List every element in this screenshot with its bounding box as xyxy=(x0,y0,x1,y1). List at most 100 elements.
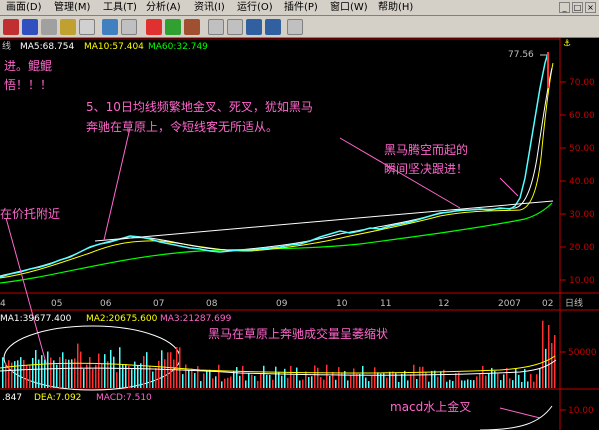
annotation-text: 奔驰在草原上，令短线客无所适从。 xyxy=(86,119,278,134)
volume-bar xyxy=(380,373,382,388)
draw-icon[interactable] xyxy=(184,19,200,35)
volume-bar xyxy=(242,365,244,388)
window-icon[interactable] xyxy=(79,19,95,35)
zoom-icon[interactable] xyxy=(41,19,57,35)
volume-bar xyxy=(125,364,127,388)
volume-annotation: 黑马在草原上奔驰成交量呈萎缩状 xyxy=(208,326,388,341)
heart-icon[interactable] xyxy=(146,19,162,35)
menu-tools[interactable]: 工具(T) xyxy=(103,1,137,15)
volume-bar xyxy=(155,368,157,388)
volume-bar xyxy=(305,371,307,388)
menu-screen[interactable]: 画面(D) xyxy=(6,1,42,15)
volume-bar xyxy=(314,365,316,388)
volume-bar xyxy=(296,367,298,388)
volume-bar xyxy=(335,379,337,388)
volume-bar xyxy=(548,324,550,388)
volume-bar xyxy=(470,379,472,388)
volume-bar xyxy=(353,368,355,388)
volume-bar xyxy=(41,355,43,388)
volume-bar xyxy=(425,371,427,388)
macd-readout: MACD:7.510 xyxy=(96,393,152,403)
volume-bar xyxy=(92,368,94,388)
volume-bar xyxy=(218,364,220,388)
group-icon[interactable] xyxy=(22,19,38,35)
volume-bar xyxy=(212,378,214,388)
date-tick: 12 xyxy=(438,299,449,309)
volume-bar xyxy=(428,381,430,388)
chart-area: 线 MA5:68.754 MA10:57.404 MA60:32.749 70.… xyxy=(0,38,599,430)
volume-bar xyxy=(2,357,4,388)
volume-bar xyxy=(281,375,283,388)
volume-bar xyxy=(485,375,487,388)
volume-bar xyxy=(473,380,475,388)
volume-bar xyxy=(452,380,454,388)
volume-bar xyxy=(188,370,190,388)
menu-window[interactable]: 窗口(W) xyxy=(330,1,368,15)
volume-bar xyxy=(542,320,544,388)
down-arrow-icon[interactable] xyxy=(265,19,281,35)
volume-bar xyxy=(506,367,508,388)
annotation-text: 在价托附近 xyxy=(0,207,60,221)
menu-info[interactable]: 资讯(I) xyxy=(194,1,225,15)
full-screen-icon[interactable] xyxy=(287,19,303,35)
up-arrow-icon[interactable] xyxy=(246,19,262,35)
volume-bar xyxy=(326,364,328,388)
dea-readout: DEA:7.092 xyxy=(34,393,81,403)
price-tick: 10.00 xyxy=(569,276,595,286)
menu-plugin[interactable]: 插件(P) xyxy=(284,1,318,15)
menu-run[interactable]: 运行(O) xyxy=(237,1,273,15)
volume-ma3-readout: MA3:21287.699 xyxy=(160,314,232,324)
volume-bar xyxy=(533,381,535,388)
macd-tick: 10.00 xyxy=(568,406,594,416)
volume-bar xyxy=(59,357,61,388)
volume-bar xyxy=(491,367,493,388)
volume-bar xyxy=(170,352,172,388)
volume-bar xyxy=(482,365,484,388)
menu-manage[interactable]: 管理(M) xyxy=(54,1,90,15)
stock-icon[interactable] xyxy=(3,19,19,35)
maximize-button[interactable]: □ xyxy=(572,2,583,13)
minimize-button[interactable]: _ xyxy=(559,2,570,13)
volume-bar xyxy=(455,373,457,388)
volume-bar xyxy=(101,363,103,388)
volume-bar xyxy=(233,371,235,388)
menu-help[interactable]: 帮助(H) xyxy=(378,1,413,15)
volume-bar xyxy=(98,353,100,388)
volume-bar xyxy=(260,373,262,388)
volume-bar xyxy=(47,351,49,388)
volume-bar xyxy=(539,368,541,388)
volume-bar xyxy=(272,379,274,388)
volume-bar xyxy=(404,370,406,388)
volume-bar xyxy=(110,349,112,388)
close-button[interactable]: × xyxy=(585,2,596,13)
date-tick: 4 xyxy=(0,299,6,309)
price-tick: 50.00 xyxy=(569,144,595,154)
volume-bar xyxy=(23,359,25,388)
volume-bar xyxy=(545,348,547,388)
dif-readout: .847 xyxy=(2,393,22,403)
box-icon[interactable] xyxy=(121,19,137,35)
volume-bar xyxy=(458,372,460,388)
chart-icon[interactable] xyxy=(102,19,118,35)
annotation-text: 5、10日均线频繁地金叉、死叉，犹如黑马 xyxy=(86,99,313,114)
volume-bar xyxy=(209,369,211,388)
volume-bar xyxy=(26,365,28,388)
bar-chart-icon[interactable] xyxy=(165,19,181,35)
volume-bar xyxy=(410,374,412,388)
date-tick: 07 xyxy=(153,299,164,309)
volume-bar xyxy=(530,374,532,388)
menu-bar: 画面(D) 管理(M) 工具(T) 分析(A) 资讯(I) 运行(O) 插件(P… xyxy=(0,0,599,16)
select-stock-icon[interactable] xyxy=(60,19,76,35)
volume-bar xyxy=(113,356,115,388)
menu-analysis[interactable]: 分析(A) xyxy=(146,1,181,15)
volume-bar xyxy=(203,373,205,388)
volume-bar xyxy=(407,380,409,388)
volume-bar xyxy=(173,359,175,388)
volume-bar xyxy=(224,378,226,388)
grid-icon[interactable] xyxy=(208,19,224,35)
volume-bar xyxy=(128,365,130,388)
volume-bar xyxy=(62,352,64,388)
volume-bar xyxy=(374,367,376,388)
price-tick: 40.00 xyxy=(569,177,595,187)
layout-icon[interactable] xyxy=(227,19,243,35)
